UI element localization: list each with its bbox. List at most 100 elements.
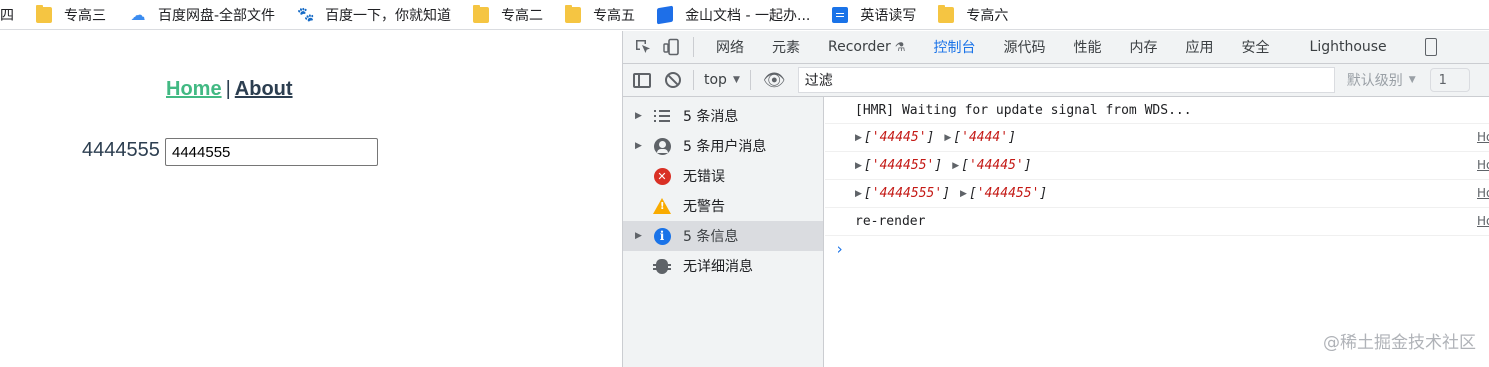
app-page: Home | About 4444555 xyxy=(0,31,622,367)
array-preview[interactable]: ▶ ['44445'] xyxy=(952,158,1031,173)
console-sidebar: ▶ 5 条消息 ▶ 5 条用户消息 ✕ 无错误 ! 无警告 ▶ i 5 条信息 … xyxy=(623,97,824,367)
expand-arrow-icon: ▶ xyxy=(960,188,967,199)
bookmark-item[interactable]: 专高六 xyxy=(938,0,1009,29)
tab-label: Lighthouse xyxy=(1309,39,1387,55)
levels-label: 默认级别 xyxy=(1346,73,1403,89)
tab-memory[interactable]: 内存 xyxy=(1116,31,1172,63)
sidebar-item-messages[interactable]: ▶ 5 条消息 xyxy=(623,101,823,131)
value-input[interactable] xyxy=(165,138,378,166)
tab-lighthouse[interactable]: Lighthouse xyxy=(1296,31,1401,63)
bookmark-item[interactable]: 四 xyxy=(0,0,14,29)
bookmark-label: 专高三 xyxy=(64,7,106,24)
bookmark-label: 专高六 xyxy=(966,7,1009,24)
tab-application[interactable]: 应用 xyxy=(1172,31,1228,63)
expand-arrow-icon: ▶ xyxy=(855,132,862,143)
folder-icon xyxy=(36,4,52,23)
about-link[interactable]: About xyxy=(235,78,293,100)
bookmark-item[interactable]: 专高五 xyxy=(565,0,636,29)
clear-console-icon[interactable] xyxy=(665,72,681,88)
tab-label: 内存 xyxy=(1129,40,1158,56)
bookmark-label: 专高二 xyxy=(501,7,544,24)
array-preview[interactable]: ▶ ['44445'] xyxy=(855,130,934,145)
tab-security[interactable]: 安全 xyxy=(1228,31,1284,63)
tab-recorder[interactable]: Recorder ⚗ xyxy=(814,31,920,63)
tab-label: 性能 xyxy=(1073,40,1102,56)
tab-label: Recorder xyxy=(828,39,891,55)
home-link[interactable]: Home xyxy=(166,78,222,100)
array-value: '4444555' xyxy=(871,186,943,201)
tab-sources[interactable]: 源代码 xyxy=(990,31,1060,63)
list-icon xyxy=(654,110,670,122)
expand-arrow-icon[interactable]: ▶ xyxy=(623,111,653,121)
sidebar-item-label: 无详细消息 xyxy=(683,259,753,275)
tab-performance[interactable]: 性能 xyxy=(1060,31,1116,63)
sidebar-item-label: 5 条消息 xyxy=(683,109,739,125)
bookmark-item[interactable]: 专高三 xyxy=(36,0,106,29)
bookmark-item[interactable]: ☁ 百度网盘-全部文件 xyxy=(130,0,276,29)
watermark: @稀土掘金技术社区 xyxy=(1323,333,1476,353)
eye-icon[interactable]: 👁 xyxy=(763,70,786,91)
sidebar-item-info[interactable]: ▶ i 5 条信息 xyxy=(623,221,823,251)
tab-network[interactable]: 网络 xyxy=(702,31,758,63)
bookmark-item[interactable]: 🐾 百度一下，你就知道 xyxy=(297,0,451,29)
tab-console[interactable]: 控制台 xyxy=(919,31,990,63)
chevron-down-icon: ▼ xyxy=(732,75,740,85)
array-preview[interactable]: ▶ ['4444555'] xyxy=(855,186,950,201)
device-toolbar-icon[interactable] xyxy=(657,31,685,63)
log-levels-dropdown[interactable]: 默认级别 ▼ xyxy=(1347,70,1416,90)
sidebar-item-warnings[interactable]: ! 无警告 xyxy=(623,191,823,221)
sidebar-item-user-messages[interactable]: ▶ 5 条用户消息 xyxy=(623,131,823,161)
console-message: ▶['44445'] ▶['4444'] Ho xyxy=(825,124,1489,152)
array-preview[interactable]: ▶ ['4444'] xyxy=(944,130,1016,145)
user-icon xyxy=(653,137,671,155)
source-link[interactable]: Ho xyxy=(1477,130,1489,144)
sidebar-item-label: 无警告 xyxy=(683,199,725,215)
source-link[interactable]: Ho xyxy=(1477,186,1489,200)
console-message: re-render Ho xyxy=(825,208,1489,236)
filter-input[interactable]: 过滤 xyxy=(797,67,1335,93)
inspect-icon[interactable] xyxy=(629,31,657,63)
array-value: '444455' xyxy=(871,158,935,173)
sidebar-item-label: 5 条用户消息 xyxy=(683,139,767,155)
array-value: '44445' xyxy=(871,130,927,145)
sidebar-toggle-icon[interactable] xyxy=(633,72,651,88)
app-nav: Home | About xyxy=(166,78,293,101)
array-preview[interactable]: ▶ ['444455'] xyxy=(855,158,942,173)
sidebar-item-errors[interactable]: ✕ 无错误 xyxy=(623,161,823,191)
bookmarks-bar: 四 专高三 ☁ 百度网盘-全部文件 🐾 百度一下，你就知道 专高二 专高五 金山… xyxy=(0,0,1489,30)
tab-elements[interactable]: 元素 xyxy=(758,31,814,63)
array-value: '4444' xyxy=(961,130,1009,145)
source-link[interactable]: Ho xyxy=(1477,158,1489,172)
bookmark-label: 英语读写 xyxy=(860,7,917,24)
expand-arrow-icon[interactable]: ▶ xyxy=(623,231,653,241)
issues-counter[interactable]: 1 xyxy=(1429,68,1470,92)
paw-icon: 🐾 xyxy=(297,6,315,23)
console-message: ▶['4444555'] ▶['444455'] Ho xyxy=(825,180,1489,208)
array-value: '444455' xyxy=(976,186,1040,201)
bookmark-item[interactable]: 专高二 xyxy=(473,0,544,29)
array-value: '44445' xyxy=(968,158,1024,173)
value-display: 4444555 xyxy=(82,139,160,161)
bookmark-item[interactable]: 金山文档 - 一起办... xyxy=(657,0,810,29)
tab-label: 控制台 xyxy=(933,40,976,56)
devtools-tabs: 网络 元素 Recorder ⚗ 控制台 源代码 性能 内存 应用 安全 Ligh… xyxy=(623,31,1489,64)
console-output: [HMR] Waiting for update signal from WDS… xyxy=(825,97,1489,367)
console-message: ▶['444455'] ▶['44445'] Ho xyxy=(825,152,1489,180)
sidebar-item-verbose[interactable]: 无详细消息 xyxy=(623,251,823,281)
source-link[interactable]: Ho xyxy=(1477,214,1489,228)
tab-label: 源代码 xyxy=(1003,40,1046,56)
filter-placeholder: 过滤 xyxy=(804,73,833,89)
folder-icon xyxy=(938,4,955,23)
toolbar-divider xyxy=(749,70,751,90)
context-selector[interactable]: top ▼ xyxy=(704,72,740,88)
array-preview[interactable]: ▶ ['444455'] xyxy=(960,186,1047,201)
expand-arrow-icon: ▶ xyxy=(952,160,960,171)
more-tabs-icon[interactable] xyxy=(1424,38,1437,56)
bug-icon xyxy=(653,258,671,274)
bookmark-item[interactable]: 英语读写 xyxy=(832,0,917,29)
console-prompt[interactable]: › xyxy=(825,236,1489,262)
folder-icon xyxy=(473,4,490,23)
expand-arrow-icon[interactable]: ▶ xyxy=(623,141,653,151)
folder-icon xyxy=(565,4,582,23)
bookmark-label: 专高五 xyxy=(593,7,636,24)
